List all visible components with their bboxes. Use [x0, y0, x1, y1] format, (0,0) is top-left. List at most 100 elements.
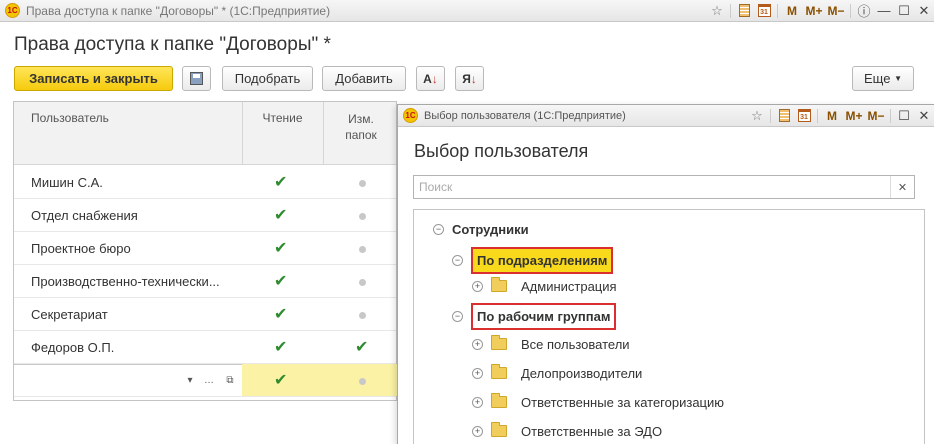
- select-ellipsis-button[interactable]: …: [200, 371, 218, 389]
- pick-button[interactable]: Подобрать: [222, 66, 313, 91]
- dropdown-arrow-icon[interactable]: ▾: [181, 371, 199, 389]
- column-header-users[interactable]: Пользователь: [31, 102, 109, 165]
- divider: [817, 108, 818, 123]
- memory-minus-button[interactable]: M−: [825, 1, 847, 21]
- read-check-icon[interactable]: ✔: [274, 304, 287, 324]
- read-check-icon[interactable]: ✔: [274, 205, 287, 225]
- memory-m-button[interactable]: M: [781, 1, 803, 21]
- table-row[interactable]: Отдел снабжения ✔: [14, 199, 396, 232]
- table-row[interactable]: Секретариат ✔: [14, 298, 396, 331]
- table-row[interactable]: Федоров О.П. ✔ ✔: [14, 331, 396, 364]
- close-icon[interactable]: ✕: [914, 106, 934, 126]
- tree-node-group[interactable]: + Все пользователи: [472, 332, 630, 356]
- read-check-icon[interactable]: ✔: [274, 172, 287, 192]
- main-window-title: Права доступа к папке "Договоры" * (1С:П…: [26, 3, 331, 18]
- favorite-star-icon[interactable]: ☆: [707, 1, 727, 21]
- table-row[interactable]: Производственно-технически... ✔: [14, 265, 396, 298]
- divider: [730, 3, 731, 18]
- collapse-icon[interactable]: −: [433, 223, 444, 235]
- edit-empty-dot-icon[interactable]: [359, 180, 366, 187]
- tree-node-root[interactable]: − Сотрудники: [433, 217, 529, 241]
- favorite-star-icon[interactable]: ☆: [747, 106, 767, 126]
- column-header-edit-line2: папок: [345, 128, 377, 142]
- column-header-edit-line1: Изм.: [348, 112, 374, 126]
- user-name-cell: Отдел снабжения: [31, 208, 138, 223]
- expand-icon[interactable]: +: [472, 396, 483, 408]
- page-title: Права доступа к папке "Договоры" *: [14, 34, 331, 55]
- edit-empty-dot-icon[interactable]: [359, 279, 366, 286]
- edit-empty-dot-icon[interactable]: [359, 378, 366, 385]
- more-button-label: Еще: [864, 71, 891, 86]
- table-row[interactable]: Мишин С.А. ✔: [14, 166, 396, 199]
- floppy-disk-icon: [190, 72, 203, 85]
- table-row-editing[interactable]: ▾… ⧉ ✔: [14, 364, 398, 397]
- expand-icon[interactable]: +: [472, 425, 483, 437]
- sort-ascending-button[interactable]: A↓: [416, 66, 445, 91]
- user-name-cell: Проектное бюро: [31, 241, 131, 256]
- edit-empty-dot-icon[interactable]: [359, 246, 366, 253]
- divider: [777, 3, 778, 18]
- tree-node-group[interactable]: + Ответственные за ЭДО: [472, 419, 662, 443]
- highlighted-node-label: По рабочим группам: [471, 302, 617, 330]
- user-name-cell: Секретариат: [31, 307, 108, 322]
- dialog-window-title: Выбор пользователя (1С:Предприятие): [424, 109, 626, 122]
- maximize-icon[interactable]: ☐: [894, 106, 914, 126]
- read-check-icon[interactable]: ✔: [274, 370, 287, 390]
- divider: [770, 108, 771, 123]
- info-icon[interactable]: ⓘ: [854, 1, 874, 21]
- expand-icon[interactable]: +: [472, 338, 483, 350]
- memory-minus-button[interactable]: M−: [865, 106, 887, 126]
- dialog-titlebar-tools: ☆ 31 M M+ M− ☐ ✕: [747, 105, 934, 126]
- expand-icon[interactable]: +: [472, 280, 483, 292]
- divider: [850, 3, 851, 18]
- calendar-icon[interactable]: 31: [754, 1, 774, 21]
- chevron-down-icon: ▼: [894, 74, 902, 83]
- expand-icon[interactable]: +: [472, 367, 483, 379]
- folder-icon: [491, 422, 507, 437]
- dialog-titlebar: 1С Выбор пользователя (1С:Предприятие) ☆…: [398, 105, 934, 127]
- save-and-close-button[interactable]: Записать и закрыть: [14, 66, 173, 91]
- close-icon[interactable]: ✕: [914, 1, 934, 21]
- more-button[interactable]: Еще ▼: [852, 66, 914, 91]
- highlighted-node-label: По подразделениям: [471, 246, 614, 274]
- clear-search-icon[interactable]: ✕: [890, 176, 914, 198]
- user-selection-dialog: 1С Выбор пользователя (1С:Предприятие) ☆…: [397, 104, 934, 444]
- calculator-icon[interactable]: [774, 106, 794, 126]
- read-check-icon[interactable]: ✔: [274, 238, 287, 258]
- minimize-icon[interactable]: —: [874, 1, 894, 21]
- tree-node-by-departments[interactable]: − По подразделениям: [452, 245, 614, 275]
- sort-za-icon: Я↓: [462, 71, 477, 86]
- column-header-edit-folders[interactable]: Изм. папок: [323, 102, 398, 165]
- edit-empty-dot-icon[interactable]: [359, 312, 366, 319]
- edit-check-icon[interactable]: ✔: [355, 337, 368, 357]
- sort-descending-button[interactable]: Я↓: [455, 66, 484, 91]
- tree-node-label: Сотрудники: [452, 221, 529, 237]
- tree-node-by-groups[interactable]: − По рабочим группам: [452, 301, 617, 331]
- tree-node-group[interactable]: + Ответственные за категоризацию: [472, 390, 724, 414]
- memory-plus-button[interactable]: M+: [803, 1, 825, 21]
- memory-plus-button[interactable]: M+: [843, 106, 865, 126]
- save-button[interactable]: [182, 66, 211, 91]
- memory-m-button[interactable]: M: [821, 106, 843, 126]
- edit-empty-dot-icon[interactable]: [359, 213, 366, 220]
- calculator-icon[interactable]: [734, 1, 754, 21]
- folder-icon: [491, 364, 507, 379]
- column-header-read[interactable]: Чтение: [242, 102, 322, 165]
- collapse-icon[interactable]: −: [452, 310, 463, 322]
- maximize-icon[interactable]: ☐: [894, 1, 914, 21]
- add-button[interactable]: Добавить: [322, 66, 406, 91]
- open-item-icon[interactable]: ⧉: [221, 371, 239, 389]
- tree-node-department[interactable]: + Администрация: [472, 274, 617, 298]
- tree-node-label: Администрация: [521, 278, 617, 294]
- table-row[interactable]: Проектное бюро ✔: [14, 232, 396, 265]
- 1c-logo-icon: 1С: [5, 3, 20, 18]
- dialog-title: Выбор пользователя: [414, 141, 589, 161]
- read-check-icon[interactable]: ✔: [274, 337, 287, 357]
- read-check-icon[interactable]: ✔: [274, 271, 287, 291]
- table-header: Пользователь Чтение Изм. папок: [14, 102, 396, 165]
- collapse-icon[interactable]: −: [452, 254, 463, 266]
- search-input[interactable]: [414, 176, 884, 198]
- calendar-icon[interactable]: 31: [794, 106, 814, 126]
- tree-node-label: Все пользователи: [521, 336, 630, 352]
- tree-node-group[interactable]: + Делопроизводители: [472, 361, 642, 385]
